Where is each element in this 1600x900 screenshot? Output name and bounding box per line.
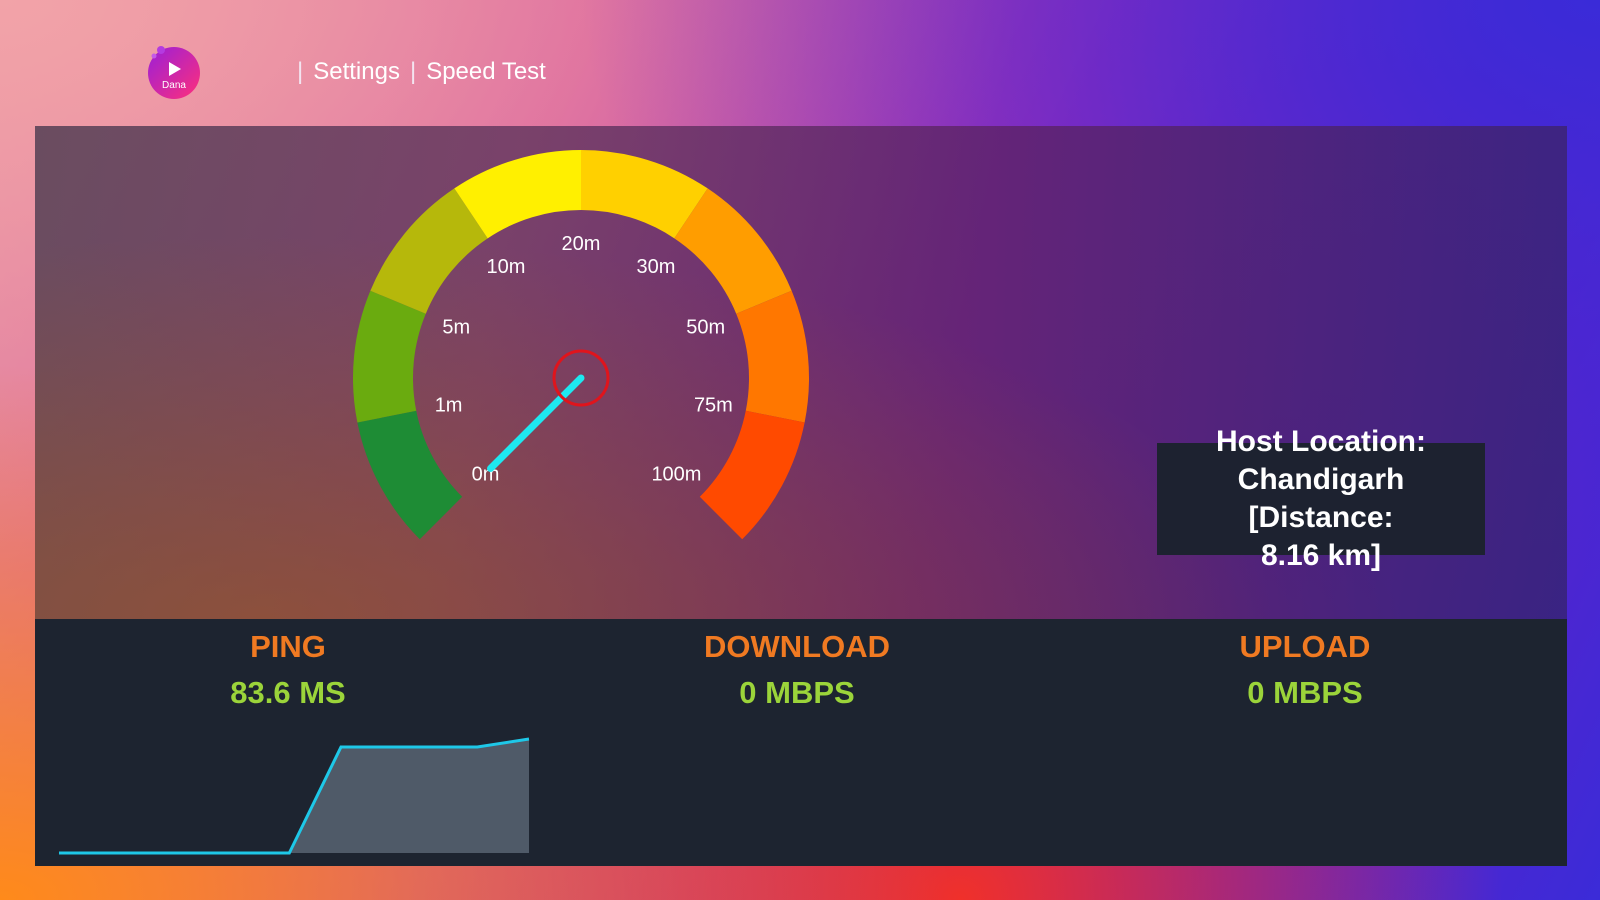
ping-graph-area bbox=[59, 739, 529, 853]
breadcrumb-settings[interactable]: Settings bbox=[313, 58, 400, 86]
ping-label: PING bbox=[250, 629, 326, 664]
gauge-tick-label: 100m bbox=[651, 463, 701, 485]
breadcrumb-speed-test[interactable]: Speed Test bbox=[426, 58, 546, 86]
top-bar: Dana | Settings | Speed Test bbox=[0, 0, 1600, 126]
ping-value: 83.6 MS bbox=[230, 675, 346, 710]
gauge-segment bbox=[736, 290, 809, 423]
speedometer-panel: 0m 1m 5m 10m 20m 30m 50m 75m 100m Host Location:… bbox=[35, 126, 1567, 619]
gauge-tick-label: 5m bbox=[442, 316, 470, 338]
app-logo-icon[interactable]: Dana bbox=[143, 40, 205, 102]
gauge-tick-label: 30m bbox=[637, 256, 676, 278]
host-location-line3: 8.16 km] bbox=[1260, 539, 1382, 572]
breadcrumb-separator: | bbox=[409, 58, 417, 85]
host-location-box: Host Location: Chandigarh [Distance: 8.1… bbox=[1157, 425, 1485, 572]
gauge-segment bbox=[353, 290, 426, 423]
ping-graph bbox=[59, 737, 530, 855]
gauge-tick-label: 75m bbox=[694, 394, 733, 416]
upload-value: 0 MBPS bbox=[1247, 675, 1363, 710]
stats-panel: PING 83.6 MS DOWNLOAD 0 MBPS UPLOAD 0 MB… bbox=[35, 619, 1567, 866]
gauge-tick-label: 1m bbox=[435, 394, 463, 416]
host-location-line1: Host Location: bbox=[1216, 425, 1426, 458]
upload-label: UPLOAD bbox=[1239, 629, 1371, 664]
download-label: DOWNLOAD bbox=[704, 629, 890, 664]
gauge-tick-label: 50m bbox=[686, 316, 725, 338]
logo-text: Dana bbox=[162, 80, 186, 91]
host-location-line2: Chandigarh [Distance: bbox=[1237, 463, 1405, 534]
breadcrumb-separator: | bbox=[297, 58, 304, 85]
upload-stat: UPLOAD 0 MBPS bbox=[1155, 627, 1455, 713]
gauge-tick-label: 20m bbox=[562, 233, 601, 255]
gauge-needle bbox=[486, 374, 585, 473]
gauge-segment bbox=[357, 410, 463, 540]
speedometer-gauge: 0m1m5m10m20m30m50m75m100m bbox=[353, 150, 809, 540]
download-value: 0 MBPS bbox=[739, 675, 855, 710]
gauge-tick-label: 10m bbox=[487, 256, 526, 278]
download-stat: DOWNLOAD 0 MBPS bbox=[647, 627, 947, 713]
breadcrumb: | Settings | Speed Test bbox=[297, 58, 546, 86]
gauge-segment bbox=[699, 410, 805, 540]
ping-stat: PING 83.6 MS bbox=[138, 627, 438, 713]
